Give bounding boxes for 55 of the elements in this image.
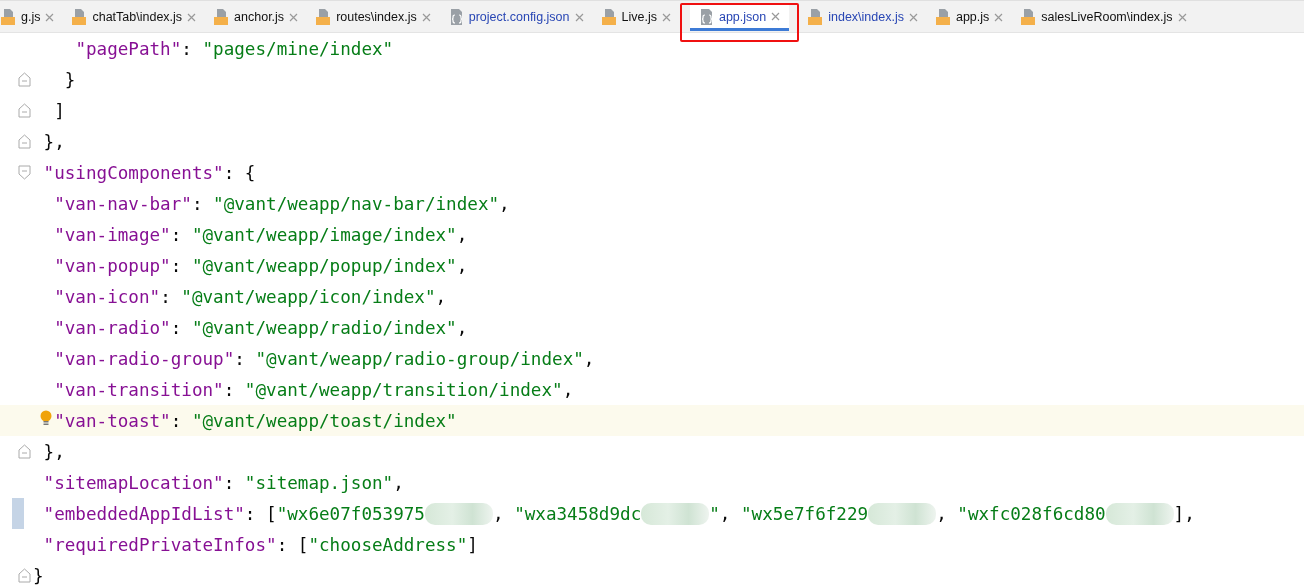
close-icon[interactable] [574,12,584,22]
close-icon[interactable] [187,12,197,22]
code-line: "usingComponents": { [43,162,256,183]
code-line: "van-toast": "@vant/weapp/toast/index" [54,410,457,431]
js-file-icon [1,9,16,25]
editor-tab[interactable]: g.js [0,5,64,32]
close-icon[interactable] [771,12,781,21]
editor-tab[interactable]: chatTab\index.js [63,5,206,32]
js-file-icon [72,9,88,25]
js-file-icon [935,9,951,25]
code-line: } [33,565,44,586]
editor-tab[interactable]: index\index.js [799,5,927,32]
fold-marker-icon[interactable] [18,568,31,583]
code-line: "van-transition": "@vant/weapp/transition/index", [54,379,574,400]
editor-tab[interactable]: salesLiveRoom\index.js [1012,5,1196,32]
code-line: }, [43,441,65,462]
code-line: "van-image": "@vant/weapp/image/index", [54,224,468,245]
close-icon[interactable] [1177,12,1187,22]
close-icon[interactable] [908,12,918,22]
code-line: "van-nav-bar": "@vant/weapp/nav-bar/index", [54,193,510,214]
code-line: "van-icon": "@vant/weapp/icon/index", [54,286,447,307]
editor-tab[interactable]: routes\index.js [307,5,440,32]
code-line: "requiredPrivateInfos": ["chooseAddress"] [43,534,478,555]
code-line: "van-radio": "@vant/weapp/radio/index", [54,317,468,338]
code-line: "embeddedAppIdList": ["wx6e07f053975 , "wxa3458d9dc ", "wx5e7f6f229 , "wxfc028f6cd80 ], [43,502,1195,525]
code-line: "pagePath": "pages/mine/index" [75,38,394,59]
code-line: "van-radio-group": "@vant/weapp/radio-group/index", [54,348,595,369]
js-file-icon [214,9,230,25]
close-icon[interactable] [994,12,1004,22]
fold-marker-icon[interactable] [18,134,31,149]
json-file-icon [698,8,714,25]
fold-marker-icon[interactable] [18,103,31,118]
js-file-icon [808,9,824,25]
editor-tab[interactable]: anchor.js [205,5,308,32]
js-file-icon [601,9,617,25]
js-file-icon [1021,9,1037,25]
fold-marker-icon[interactable] [18,444,31,459]
code-line: "sitemapLocation": "sitemap.json", [43,472,404,493]
close-icon[interactable] [45,12,55,22]
js-file-icon [316,9,332,25]
close-icon[interactable] [289,12,299,22]
editor-tab[interactable]: project.config.json [439,5,593,32]
editor-tab[interactable]: Live.js [592,5,680,32]
fold-marker-icon[interactable] [18,72,31,87]
json-file-icon [448,9,464,25]
fold-marker-icon[interactable] [18,165,31,180]
editor-tab[interactable]: app.json [689,5,790,31]
close-icon[interactable] [421,12,431,22]
lightbulb-icon [40,410,52,427]
code-line: } [64,69,76,90]
editor-tab[interactable]: app.js [926,5,1013,32]
close-icon[interactable] [661,12,671,22]
code-line: "van-popup": "@vant/weapp/popup/index", [54,255,468,276]
code-line: ] [54,100,65,121]
code-line: }, [43,131,65,152]
